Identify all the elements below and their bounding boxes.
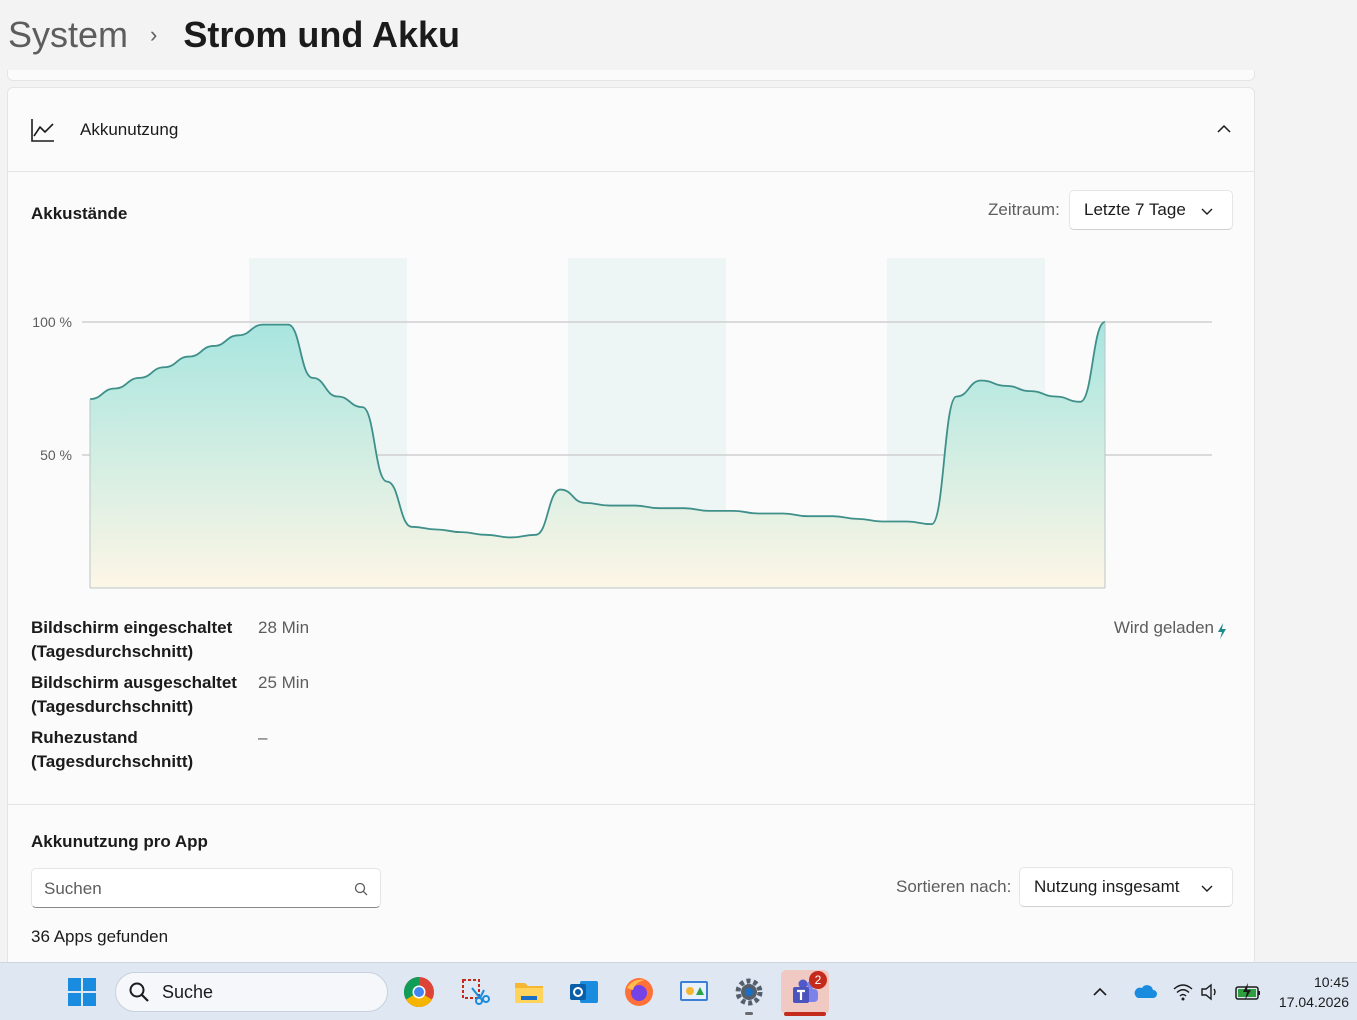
sleep-value: –	[258, 728, 268, 747]
per-app-title: Akkunutzung pro App	[31, 832, 208, 851]
start-button[interactable]	[60, 970, 104, 1014]
clock-time: 10:45	[1313, 974, 1349, 990]
battery-charging-icon[interactable]	[1234, 982, 1262, 1002]
taskbar: Suche 2 10:45 17.04.2026	[0, 962, 1357, 1020]
search-icon	[129, 982, 149, 1002]
teams-active-indicator	[784, 1012, 826, 1016]
taskbar-search-placeholder: Suche	[162, 981, 214, 1002]
firefox-button[interactable]	[617, 970, 661, 1014]
chevron-up-icon[interactable]	[1090, 982, 1110, 1002]
taskbar-search[interactable]: Suche	[115, 972, 388, 1012]
settings-running-indicator	[745, 1012, 753, 1015]
chrome-icon	[403, 977, 434, 1008]
snipping-tool-icon	[462, 979, 490, 1005]
apps-found-count: 36 Apps gefunden	[31, 927, 169, 946]
page-title: Strom und Akku	[183, 14, 461, 55]
screen-on-value: 28 Min	[258, 618, 310, 637]
clock-date: 17.04.2026	[1278, 994, 1349, 1010]
screen-off-label: Bildschirm ausgeschaltet (Tagesdurchschn…	[31, 673, 237, 716]
app-search-input[interactable]	[44, 878, 344, 900]
teams-notification-badge: 2	[809, 971, 827, 989]
charging-label: Wird geladen	[1113, 618, 1214, 637]
section-divider	[8, 804, 1256, 805]
wifi-icon[interactable]	[1172, 982, 1194, 1002]
control-panel-button[interactable]	[672, 970, 716, 1014]
app-search-box[interactable]	[31, 868, 381, 908]
search-icon[interactable]	[354, 882, 368, 896]
onedrive-icon[interactable]	[1132, 982, 1158, 1002]
system-tray	[1090, 963, 1262, 1020]
breadcrumb-parent[interactable]: System	[8, 12, 128, 58]
start-icon	[68, 978, 96, 1006]
file-explorer-icon	[515, 983, 543, 1003]
charging-status: Wird geladen	[1114, 618, 1214, 638]
chevron-down-icon	[1201, 885, 1213, 892]
sort-value: Nutzung insgesamt	[1034, 877, 1180, 896]
battery-level-chart: 100 % 50 %	[32, 258, 1212, 589]
breadcrumb-separator: ›	[150, 22, 158, 47]
teams-button[interactable]: 2	[781, 970, 829, 1014]
volume-icon[interactable]	[1200, 982, 1222, 1002]
control-panel-icon	[680, 981, 708, 1001]
chrome-button[interactable]	[397, 970, 441, 1014]
sort-label: Sortieren nach:	[896, 877, 1012, 896]
file-explorer-button[interactable]	[507, 970, 551, 1014]
sort-dropdown[interactable]: Nutzung insgesamt	[1019, 867, 1233, 907]
y-tick-100: 100 %	[32, 314, 72, 330]
screen-off-value: 25 Min	[258, 673, 310, 692]
sleep-label: Ruhezustand (Tagesdurchschnitt)	[31, 728, 194, 771]
outlook-button[interactable]	[562, 970, 606, 1014]
snipping-tool-button[interactable]	[452, 970, 496, 1014]
settings-button[interactable]	[727, 970, 771, 1014]
firefox-icon	[625, 978, 653, 1006]
battery-usage-card: Akkunutzung Akkustände Zeitraum: Letzte …	[7, 87, 1256, 987]
screen-on-label: Bildschirm eingeschaltet (Tagesdurchschn…	[31, 618, 233, 661]
lightning-icon	[1218, 623, 1226, 639]
settings-icon	[735, 978, 763, 1006]
breadcrumb: System › Strom und Akku	[8, 12, 460, 58]
clock[interactable]: 10:45 17.04.2026	[1279, 972, 1349, 1012]
outlook-icon	[570, 981, 598, 1003]
previous-card-edge	[7, 70, 1255, 81]
y-tick-50: 50 %	[40, 447, 72, 463]
